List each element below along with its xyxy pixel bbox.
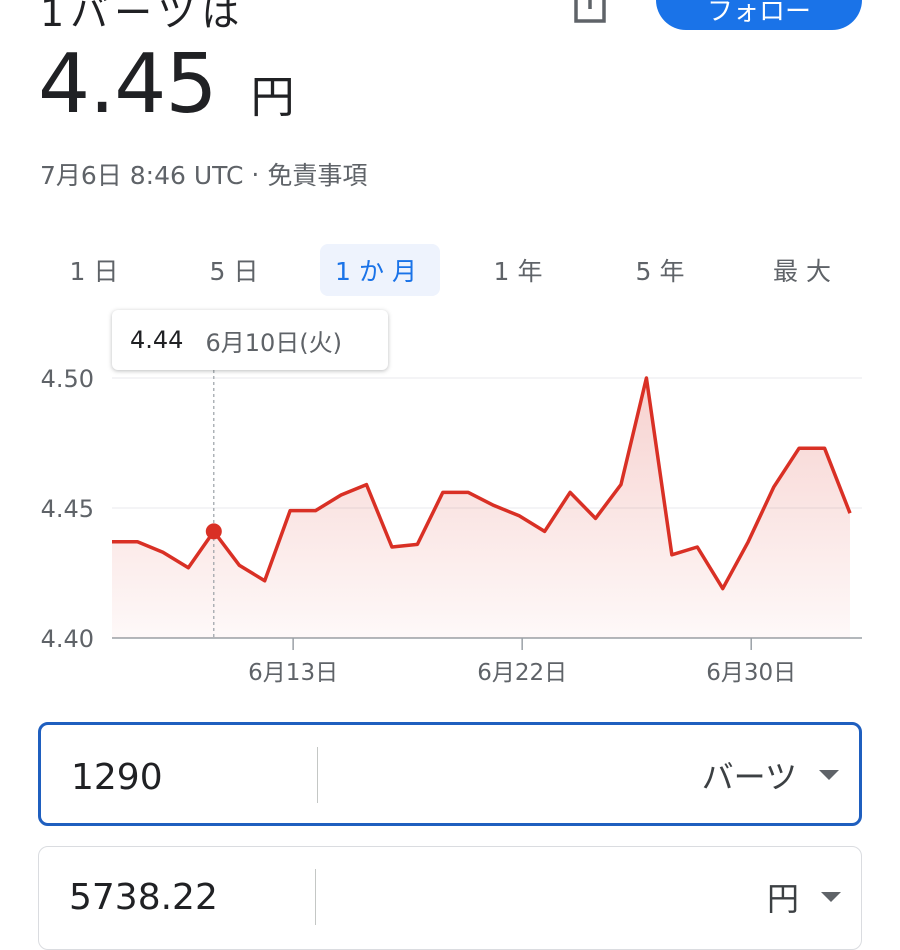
tab-5-year[interactable]: 5年 [604,244,724,296]
tab-1-year[interactable]: 1年 [462,244,582,296]
y-tick-label: 4.45 [41,495,94,523]
converter-divider [317,747,318,803]
rate-meta: 7月6日 8:46 UTC · 免責事項 [40,156,367,192]
y-tick-label: 4.40 [41,625,94,653]
follow-button[interactable]: フォロー [656,0,862,30]
disclaimer-link[interactable]: 免責事項 [267,156,367,192]
range-tabs: 1日 5日 1か月 1年 5年 最大 [24,244,876,296]
hover-point [205,523,222,540]
y-tick-label: 4.50 [41,365,94,393]
share-button[interactable] [568,0,612,28]
x-tick-label: 6月30日 [706,660,796,686]
top-bar: 1バーツは フォロー [0,0,900,36]
chevron-down-icon [819,770,839,780]
rate-unit: 円 [250,72,295,123]
converter-divider [315,869,316,925]
from-amount-input[interactable] [71,751,321,803]
rate-value: 4.45 [38,37,218,132]
converter-to: 円 [38,846,862,950]
from-currency-select[interactable]: バーツ [647,747,847,803]
chevron-down-icon [821,892,841,902]
tab-5-day[interactable]: 5日 [178,244,298,296]
tooltip-value: 4.44 [130,326,184,354]
exchange-rate: 4.45 円 [38,40,295,130]
to-currency-select[interactable]: 円 [649,869,849,925]
page-title: 1バーツは [40,0,246,35]
chart-tooltip: 4.44 6月10日(火) [112,310,388,370]
rate-timestamp: 7月6日 8:46 UTC [40,161,244,190]
x-tick-label: 6月22日 [477,660,567,686]
to-currency-label: 円 [766,880,799,918]
tooltip-date: 6月10日(火) [205,328,342,357]
x-tick-label: 6月13日 [248,660,338,686]
share-icon [574,0,606,23]
to-amount-input[interactable] [69,871,319,923]
tab-max[interactable]: 最大 [746,244,866,296]
tab-1-month[interactable]: 1か月 [320,244,440,296]
meta-separator: · [251,159,260,189]
converter-from: バーツ [38,722,862,826]
tab-1-day[interactable]: 1日 [38,244,158,296]
from-currency-label: バーツ [701,758,797,796]
